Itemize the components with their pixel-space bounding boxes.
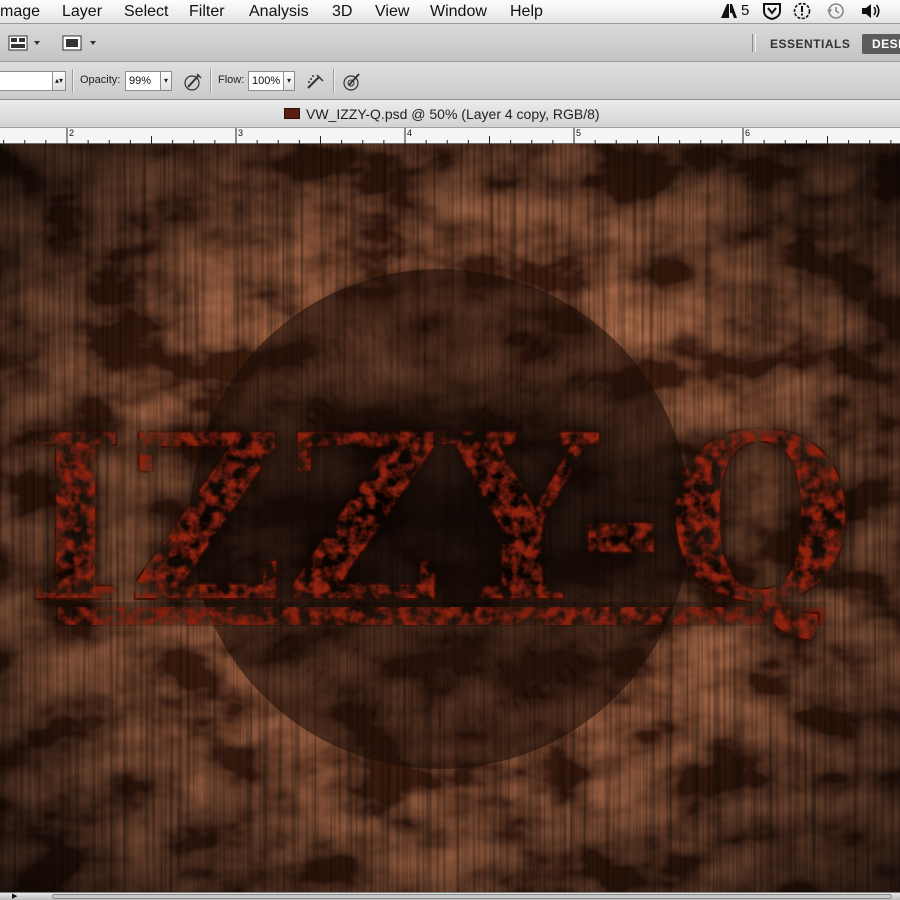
options-separator bbox=[210, 69, 212, 93]
airbrush-icon[interactable] bbox=[305, 71, 327, 93]
ruler-number: 5 bbox=[576, 128, 582, 138]
ruler-number: 3 bbox=[238, 128, 244, 138]
document-icon bbox=[284, 108, 300, 119]
horizontal-scrollbar[interactable]: ▶ bbox=[0, 892, 900, 900]
opacity-label: Opacity: bbox=[80, 74, 121, 86]
options-bar: ▴▾ Opacity: 99% ▾ Flow: 100% ▾ bbox=[0, 62, 900, 100]
horizontal-ruler[interactable]: 2 3 4 5 6 bbox=[0, 128, 900, 144]
tablet-pressure-opacity-icon[interactable] bbox=[182, 71, 204, 93]
ruler-ticks bbox=[3, 128, 892, 144]
opacity-input[interactable]: 99% bbox=[125, 71, 161, 91]
application-bar: ESSENTIALS DESI bbox=[0, 24, 900, 62]
menu-view[interactable]: View bbox=[375, 3, 409, 21]
document-title-bar: VW_IZZY-Q.psd @ 50% (Layer 4 copy, RGB/8… bbox=[0, 100, 900, 128]
flow-input[interactable]: 100% bbox=[248, 71, 284, 91]
menu-image[interactable]: mage bbox=[0, 3, 40, 21]
flow-label: Flow: bbox=[218, 74, 245, 86]
document-title: VW_IZZY-Q.psd @ 50% (Layer 4 copy, RGB/8… bbox=[306, 106, 600, 122]
menu-select[interactable]: Select bbox=[124, 3, 168, 21]
logo-text: IZZY-Q bbox=[25, 384, 855, 654]
adobe-updater-icon[interactable] bbox=[720, 2, 738, 24]
options-separator bbox=[72, 69, 74, 93]
menu-help[interactable]: Help bbox=[510, 3, 543, 21]
flow-dropdown[interactable]: ▾ bbox=[283, 71, 295, 91]
arrange-documents-icon[interactable] bbox=[8, 34, 44, 57]
menu-analysis[interactable]: Analysis bbox=[249, 3, 309, 21]
workspace-design[interactable]: DESI bbox=[862, 34, 900, 54]
scrollbar-thumb[interactable] bbox=[52, 894, 892, 899]
time-machine-icon[interactable] bbox=[826, 2, 846, 24]
opacity-dropdown[interactable]: ▾ bbox=[160, 71, 172, 91]
adobe-updater-count: 5 bbox=[741, 2, 750, 19]
ruler-number: 2 bbox=[69, 128, 75, 138]
menu-layer[interactable]: Layer bbox=[62, 3, 102, 21]
ruler-number: 6 bbox=[745, 128, 751, 138]
volume-icon[interactable] bbox=[860, 2, 882, 24]
menu-3d[interactable]: 3D bbox=[332, 3, 352, 21]
mode-select-arrows[interactable]: ▴▾ bbox=[52, 71, 66, 91]
scroll-left-arrow-icon[interactable]: ▶ bbox=[12, 892, 24, 900]
mode-select[interactable] bbox=[0, 71, 54, 91]
ruler-number: 4 bbox=[407, 128, 413, 138]
shield-icon[interactable] bbox=[762, 2, 782, 24]
screen-mode-icon[interactable] bbox=[62, 34, 102, 57]
document-canvas[interactable]: IZZY-Q IZZY-Q bbox=[0, 144, 900, 892]
options-separator bbox=[333, 69, 335, 93]
menu-window[interactable]: Window bbox=[430, 3, 487, 21]
alert-icon[interactable] bbox=[792, 2, 812, 24]
appbar-separator bbox=[752, 34, 756, 52]
workspace-essentials[interactable]: ESSENTIALS bbox=[770, 34, 850, 54]
logo-layer: IZZY-Q IZZY-Q bbox=[24, 383, 856, 655]
tablet-pressure-size-icon[interactable] bbox=[341, 71, 363, 93]
menu-filter[interactable]: Filter bbox=[189, 3, 225, 21]
menu-bar: mage Layer Select Filter Analysis 3D Vie… bbox=[0, 0, 900, 24]
